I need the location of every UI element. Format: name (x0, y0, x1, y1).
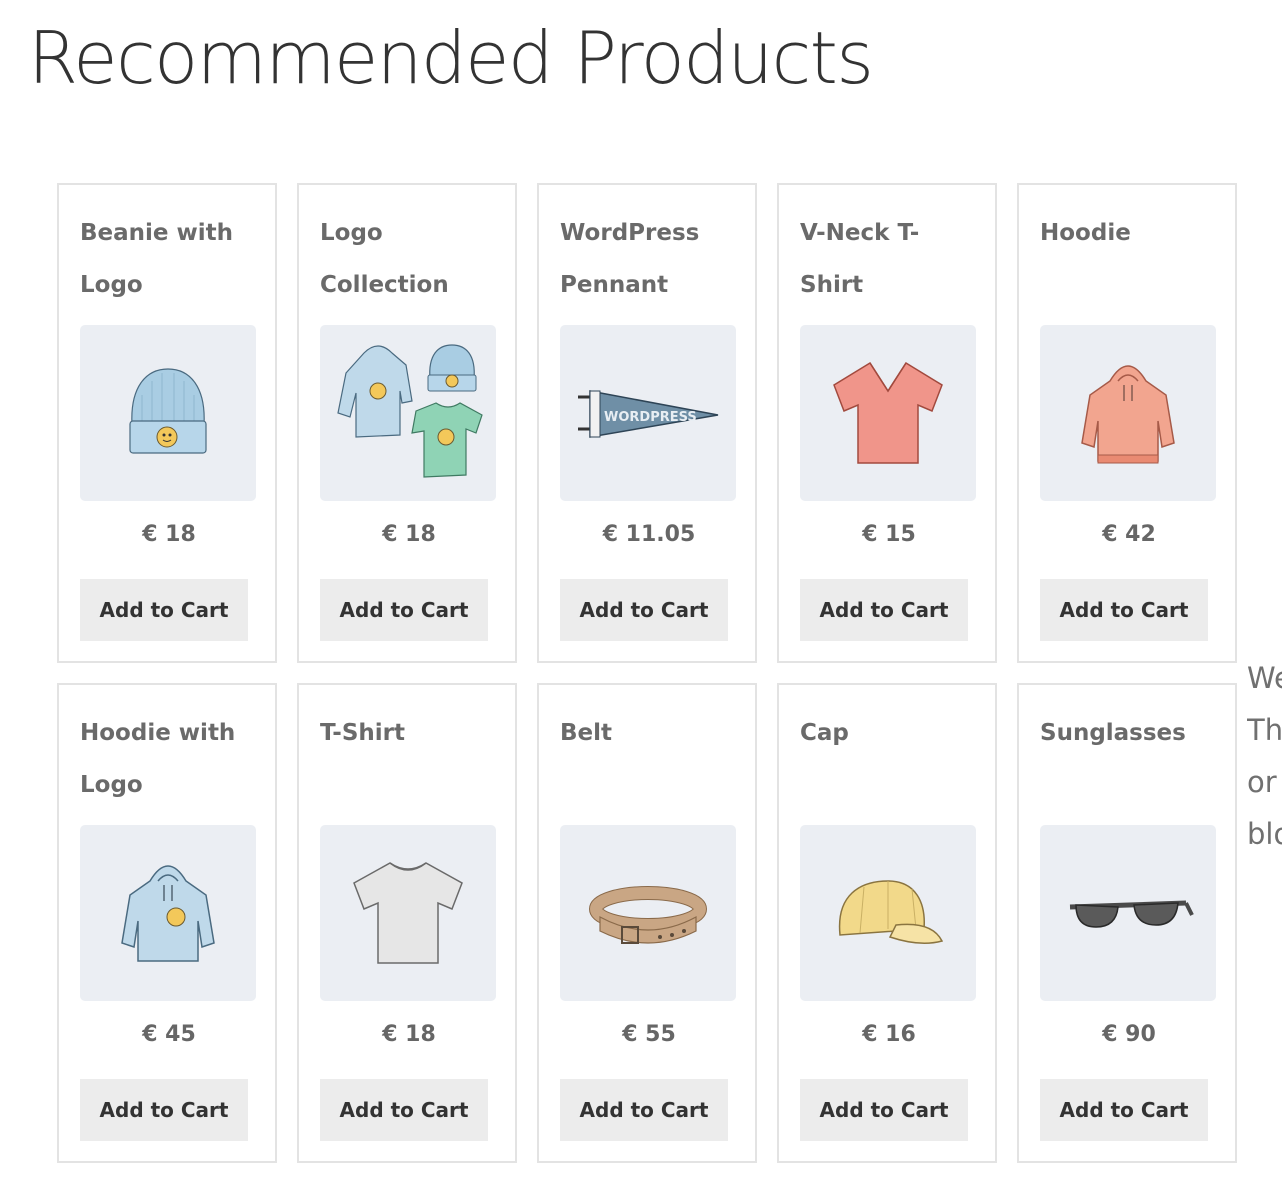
product-title[interactable]: V-Neck T-Shirt (800, 207, 975, 311)
product-image[interactable] (80, 825, 256, 1001)
hoodie-with-logo-icon (121, 865, 215, 962)
add-to-cart-button[interactable]: Add to Cart (800, 579, 968, 641)
add-to-cart-button[interactable]: Add to Cart (320, 579, 488, 641)
product-card: Belt € 55 Add to Cart (537, 683, 757, 1163)
add-to-cart-button[interactable]: Add to Cart (1040, 579, 1208, 641)
sidebar-text-line: Th (1247, 713, 1282, 747)
product-grid: Beanie with Logo € 18 Add to Cart Logo C… (57, 183, 1237, 1163)
add-to-cart-button[interactable]: Add to Cart (320, 1079, 488, 1141)
sidebar-text-line: We (1247, 661, 1282, 695)
product-image[interactable] (800, 825, 976, 1001)
sidebar-text-line: or (1247, 765, 1277, 799)
product-card: Beanie with Logo € 18 Add to Cart (57, 183, 277, 663)
product-price: € 90 (1102, 1022, 1156, 1047)
product-title[interactable]: T-Shirt (320, 707, 495, 759)
page-title: Recommended Products (28, 16, 874, 100)
product-card: Logo Collection € 18 Add to Cart (297, 183, 517, 663)
product-image[interactable] (1040, 325, 1216, 501)
pennant-label: WORDPRESS (604, 410, 697, 425)
beanie-icon (129, 368, 207, 454)
cap-icon (838, 880, 944, 944)
hoodie-icon (1081, 365, 1175, 464)
product-price: € 42 (1102, 522, 1156, 547)
product-title[interactable]: WordPress Pennant (560, 207, 735, 311)
product-image[interactable] (80, 325, 256, 501)
product-title[interactable]: Hoodie (1040, 207, 1215, 259)
product-title[interactable]: Hoodie with Logo (80, 707, 255, 811)
product-card: Cap € 16 Add to Cart (777, 683, 997, 1163)
product-price: € 16 (862, 1022, 916, 1047)
product-image[interactable]: WORDPRESS (560, 325, 736, 501)
logo-collection-icon (337, 344, 483, 478)
product-card: Hoodie with Logo € 45 Add to Cart (57, 683, 277, 1163)
belt-icon (589, 886, 707, 944)
product-price: € 55 (622, 1022, 676, 1047)
product-image[interactable] (800, 325, 976, 501)
product-title[interactable]: Belt (560, 707, 735, 759)
pennant-icon: WORDPRESS (578, 390, 719, 438)
product-image[interactable] (320, 825, 496, 1001)
add-to-cart-button[interactable]: Add to Cart (800, 1079, 968, 1141)
product-price: € 45 (142, 1022, 196, 1047)
product-price: € 11.05 (602, 522, 696, 547)
product-price: € 18 (382, 1022, 436, 1047)
sunglasses-icon (1069, 900, 1194, 928)
product-image[interactable] (560, 825, 736, 1001)
product-price: € 15 (862, 522, 916, 547)
product-price: € 18 (382, 522, 436, 547)
sidebar-text: We Th or blo (1247, 652, 1282, 860)
product-card: V-Neck T-Shirt € 15 Add to Cart (777, 183, 997, 663)
vneck-tshirt-icon (833, 361, 943, 464)
product-card: T-Shirt € 18 Add to Cart (297, 683, 517, 1163)
add-to-cart-button[interactable]: Add to Cart (560, 579, 728, 641)
tshirt-icon (353, 862, 463, 964)
add-to-cart-button[interactable]: Add to Cart (80, 579, 248, 641)
product-card: Sunglasses € 90 Add to Cart (1017, 683, 1237, 1163)
add-to-cart-button[interactable]: Add to Cart (80, 1079, 248, 1141)
product-title[interactable]: Logo Collection (320, 207, 495, 311)
product-price: € 18 (142, 522, 196, 547)
product-image[interactable] (1040, 825, 1216, 1001)
product-title[interactable]: Sunglasses (1040, 707, 1215, 759)
product-card: Hoodie € 42 Add to Cart (1017, 183, 1237, 663)
product-title[interactable]: Cap (800, 707, 975, 759)
product-card: WordPress Pennant WORDPRESS € 11.05 Add … (537, 183, 757, 663)
sidebar-text-line: blo (1247, 817, 1282, 851)
add-to-cart-button[interactable]: Add to Cart (1040, 1079, 1208, 1141)
product-image[interactable] (320, 325, 496, 501)
add-to-cart-button[interactable]: Add to Cart (560, 1079, 728, 1141)
product-title[interactable]: Beanie with Logo (80, 207, 255, 311)
